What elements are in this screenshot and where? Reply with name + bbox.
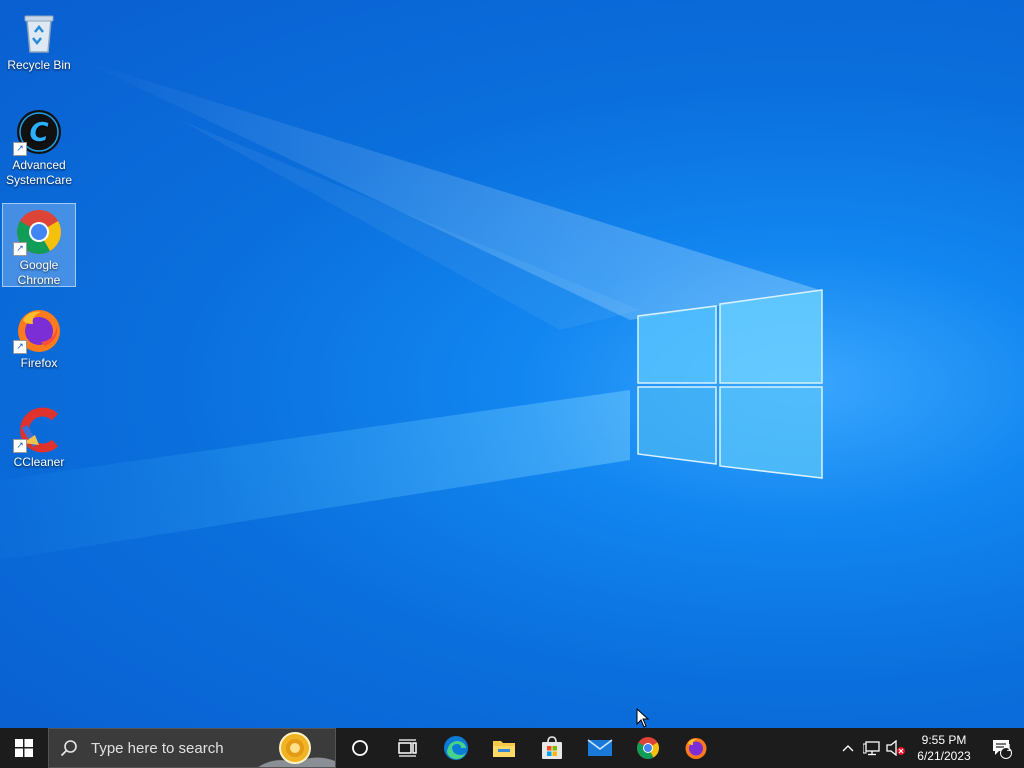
desktop-icon-label: CCleaner [13, 455, 65, 469]
system-tray: 9:55 PM 6/21/2023 1 [836, 728, 1024, 768]
taskbar-mail[interactable] [576, 728, 624, 768]
taskbar-firefox[interactable] [672, 728, 720, 768]
desktop-icon-google-chrome[interactable]: ↗ Google Chrome [2, 203, 76, 287]
cortana-icon [352, 740, 368, 756]
mail-icon [587, 739, 613, 756]
svg-text:C: C [29, 118, 48, 148]
search-highlight-icon [258, 732, 335, 767]
desktop-icon-firefox[interactable]: ↗ Firefox [2, 302, 76, 371]
show-hidden-icons-button[interactable] [836, 728, 860, 768]
ccleaner-icon: ↗ [13, 405, 63, 453]
mouse-cursor-icon [636, 708, 650, 728]
desktop-icon-recycle-bin[interactable]: Recycle Bin [2, 4, 76, 73]
shortcut-arrow-icon: ↗ [13, 439, 27, 453]
task-view-icon [398, 739, 417, 757]
desktop-icon-label: Google Chrome [17, 258, 61, 287]
chrome-icon [637, 737, 659, 759]
windows-wallpaper-logo [637, 289, 823, 479]
chevron-up-icon [842, 745, 854, 752]
taskbar-file-explorer[interactable] [480, 728, 528, 768]
task-view-button[interactable] [384, 728, 432, 768]
start-button[interactable] [0, 728, 48, 768]
taskbar: 9:55 PM 6/21/2023 1 [0, 728, 1024, 768]
chrome-icon: ↗ [13, 208, 63, 256]
desktop-icon-label: Recycle Bin [7, 58, 71, 72]
network-icon [863, 741, 880, 756]
shortcut-arrow-icon: ↗ [13, 242, 27, 256]
desktop-icon-advanced-systemcare[interactable]: C ↗ Advanced SystemCare [2, 104, 76, 188]
desktop-icon-label: Firefox [20, 356, 58, 370]
taskbar-chrome[interactable] [624, 728, 672, 768]
clock[interactable]: 9:55 PM 6/21/2023 [908, 732, 980, 764]
advanced-systemcare-icon: C ↗ [13, 108, 63, 156]
clock-date: 6/21/2023 [917, 749, 971, 763]
folder-icon [493, 741, 515, 757]
firefox-icon [685, 738, 707, 759]
shortcut-arrow-icon: ↗ [13, 340, 27, 354]
wallpaper-background [0, 60, 820, 560]
search-icon [49, 739, 89, 757]
notification-count-badge: 1 [1006, 743, 1012, 754]
taskbar-edge[interactable] [432, 728, 480, 768]
volume-muted-icon [886, 740, 905, 756]
windows-start-icon [15, 739, 33, 757]
recycle-bin-icon [15, 8, 63, 56]
store-icon [542, 736, 562, 759]
taskbar-store[interactable] [528, 728, 576, 768]
network-button[interactable] [860, 728, 884, 768]
action-center-button[interactable]: 1 [980, 728, 1024, 768]
edge-icon [444, 736, 468, 760]
desktop-icon-label: Advanced SystemCare [5, 158, 73, 187]
clock-time: 9:55 PM [921, 733, 967, 747]
firefox-icon: ↗ [13, 306, 63, 354]
cortana-button[interactable] [336, 728, 384, 768]
taskbar-search[interactable] [48, 728, 336, 768]
shortcut-arrow-icon: ↗ [13, 142, 27, 156]
volume-button[interactable] [884, 728, 908, 768]
desktop-icon-ccleaner[interactable]: ↗ CCleaner [2, 401, 76, 470]
search-input[interactable] [89, 738, 283, 758]
